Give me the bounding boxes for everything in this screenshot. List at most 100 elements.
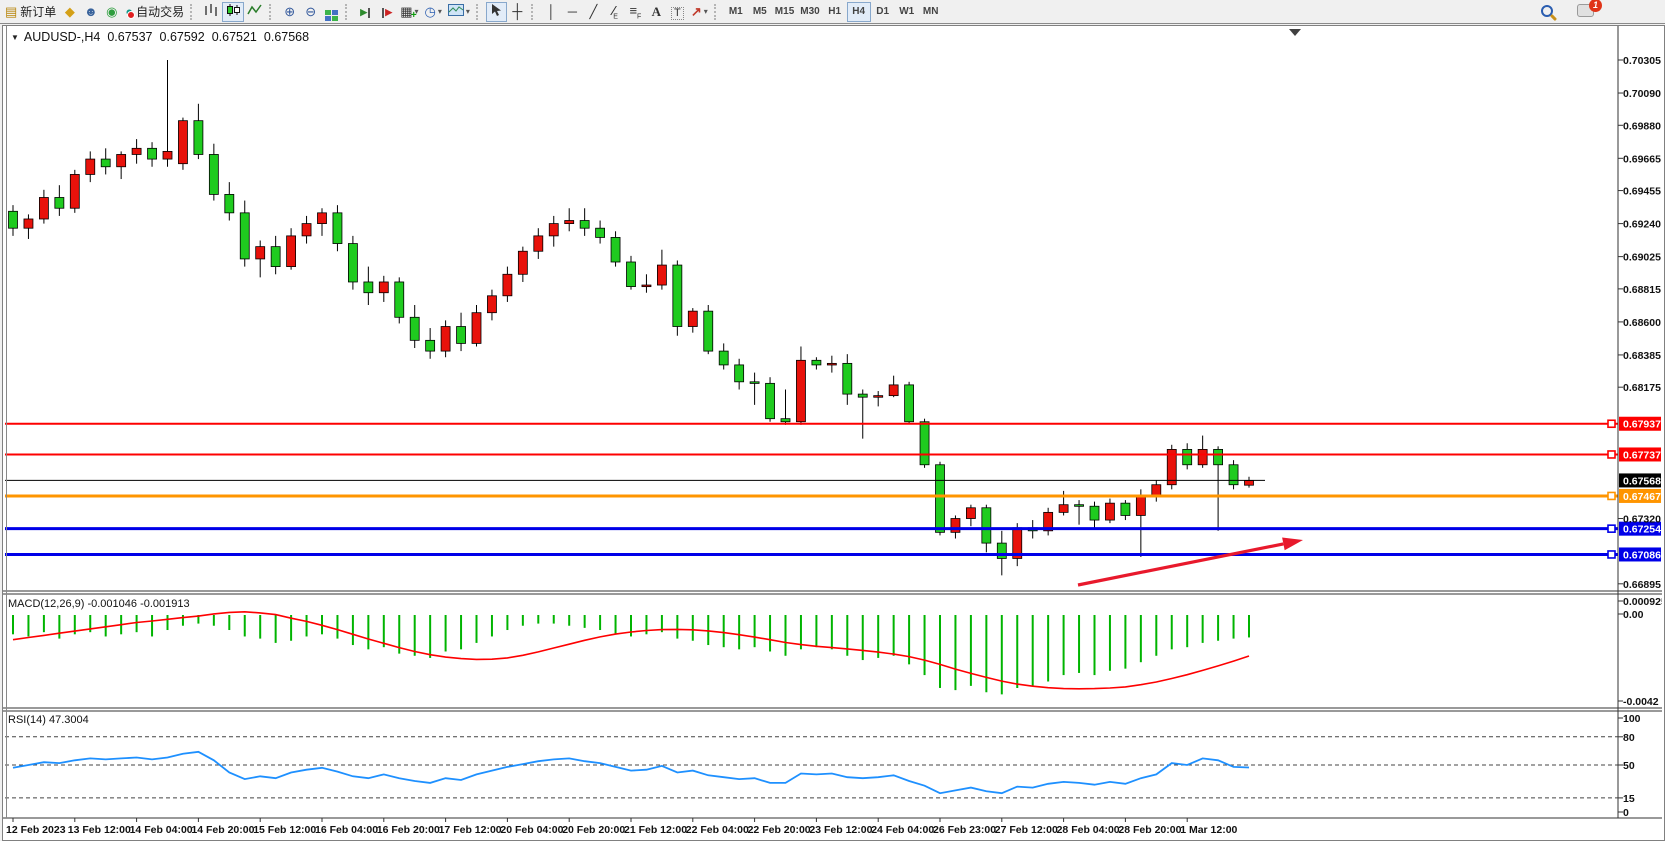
zoom-in-button[interactable]: ⊕ [279,2,300,22]
bar-chart-button[interactable] [200,2,222,22]
hline-anchor-marker[interactable] [1608,525,1615,532]
bear-candle [580,221,589,229]
hline-price-label: 0.67086 [1623,549,1661,561]
tile-windows-icon [325,3,338,21]
bear-candle [240,213,249,259]
data-window-button[interactable]: ☻ [80,2,101,22]
bear-candle [148,148,157,159]
bear-candle [843,363,852,394]
chart-canvas[interactable]: 0.679370.677370.675680.674670.672540.670… [3,26,1662,838]
new-chart-icon: ▦+ [400,4,412,19]
new-order-button[interactable]: ▤新订单 [2,2,59,22]
gold-diamond-icon: ◆ [65,4,75,19]
horizontal-line-button[interactable]: ─ [562,2,583,22]
time-tick-label: 27 Feb 12:00 [995,824,1058,836]
templates-button[interactable]: ▾ [445,2,473,22]
line-chart-button[interactable] [244,2,266,22]
trendline-button[interactable]: ╱ [583,2,604,22]
ohlc-high: 0.67592 [160,30,205,44]
bull-candle [318,213,327,224]
bear-candle [9,211,18,228]
bear-candle [410,317,419,340]
chevron-down-icon[interactable]: ▾ [438,7,442,16]
text-label-button[interactable]: T [667,2,688,22]
chart-shift-button[interactable]: ▶ [376,2,397,22]
tile-windows-button[interactable] [321,2,342,22]
timeframe-H4[interactable]: H4 [847,2,871,22]
hline-anchor-marker[interactable] [1608,492,1615,499]
timeframe-W1[interactable]: W1 [895,2,919,22]
time-tick-label: 12 Feb 2023 [6,824,66,836]
bear-candle [936,465,945,533]
new-chart-button[interactable]: ▦+▾ [397,2,421,22]
period-menu-button[interactable]: ◷▾ [422,2,445,22]
chart-title: ▼AUDUSD-,H40.675370.675920.675210.67568 [11,30,309,44]
time-tick-label: 15 Feb 12:00 [253,824,316,836]
fibonacci-button[interactable]: ≡F [625,2,646,22]
time-tick-label: 1 Mar 12:00 [1180,824,1237,836]
market-watch-button[interactable]: ◆ [59,2,80,22]
signals-button[interactable]: ◉ [101,2,122,22]
collapse-triangle-icon[interactable]: ▼ [11,33,19,42]
timeframe-M5[interactable]: M5 [748,2,772,22]
chat-button[interactable]: 1 [1560,2,1597,22]
bull-candle [796,360,805,421]
chart-shift-marker[interactable] [1289,29,1301,36]
rsi-scale-label: 50 [1623,760,1635,772]
price-axis[interactable]: 0.679370.677370.675680.674670.672540.670… [1618,55,1662,819]
bear-candle [395,282,404,317]
bear-candle [920,422,929,465]
timeframe-MN[interactable]: MN [919,2,943,22]
trend-arrow-shaft[interactable] [1078,544,1283,585]
hline-anchor-marker[interactable] [1608,420,1615,427]
price-tick-label: 0.69240 [1623,219,1661,231]
timeframe-H1[interactable]: H1 [823,2,847,22]
trendline-icon: ╱ [589,4,597,19]
main-toolbar: ▤新订单◆☻◉●自动交易⊕⊖▶▶▦+▾◷▾▾┼│─╱∕∕E≡FAT↗▾M1M5M… [0,0,1665,24]
hline-anchor-marker[interactable] [1608,451,1615,458]
bull-candle [534,236,543,251]
chevron-down-icon[interactable]: ▾ [466,7,470,16]
arrows-icon: ↗ [691,4,702,19]
rsi-scale-label: 100 [1623,713,1641,725]
timeframe-D1[interactable]: D1 [871,2,895,22]
price-tick-label: 0.68385 [1623,350,1661,362]
hline-price-label: 0.67737 [1623,449,1661,461]
bear-candle [673,265,682,326]
cursor-button[interactable] [486,2,507,22]
zoom-out-button[interactable]: ⊖ [300,2,321,22]
hline-anchor-marker[interactable] [1608,551,1615,558]
bid-price-label: 0.67568 [1623,475,1661,487]
text-button[interactable]: A [646,2,667,22]
cursor-icon [490,3,502,20]
timeframe-M30[interactable]: M30 [797,2,822,22]
autotrade-label: 自动交易 [136,3,184,20]
bull-candle [287,236,296,267]
crosshair-button[interactable]: ┼ [507,2,528,22]
timeframe-M15[interactable]: M15 [772,2,797,22]
trend-arrow-head[interactable] [1282,538,1303,551]
bull-candle [163,151,172,159]
search-button[interactable] [1538,2,1560,22]
bull-candle [518,251,527,274]
time-tick-label: 24 Feb 04:00 [871,824,934,836]
macd-pane[interactable] [13,612,1249,695]
mt4-application: ▤新订单◆☻◉●自动交易⊕⊖▶▶▦+▾◷▾▾┼│─╱∕∕E≡FAT↗▾M1M5M… [0,0,1665,841]
chevron-down-icon[interactable]: ▾ [704,7,708,16]
time-axis[interactable]: 12 Feb 202313 Feb 12:0014 Feb 04:0014 Fe… [6,818,1238,836]
main-price-pane[interactable] [5,29,1618,585]
equidistant-channel-button[interactable]: ∕∕E [604,2,625,22]
time-tick-label: 28 Feb 20:00 [1118,824,1181,836]
candlestick-chart-button[interactable] [222,2,244,22]
timeframe-M1[interactable]: M1 [724,2,748,22]
bull-candle [1152,485,1161,496]
bear-candle [766,383,775,418]
arrows-button[interactable]: ↗▾ [688,2,711,22]
vertical-line-button[interactable]: │ [541,2,562,22]
bull-candle [565,221,574,224]
autotrade-button[interactable]: ●自动交易 [122,2,187,22]
chart-window[interactable]: ▼AUDUSD-,H40.675370.675920.675210.67568 … [2,25,1665,841]
auto-scroll-button[interactable]: ▶ [355,2,376,22]
rsi-pane[interactable] [5,737,1618,798]
toolbar-separator [269,4,275,20]
